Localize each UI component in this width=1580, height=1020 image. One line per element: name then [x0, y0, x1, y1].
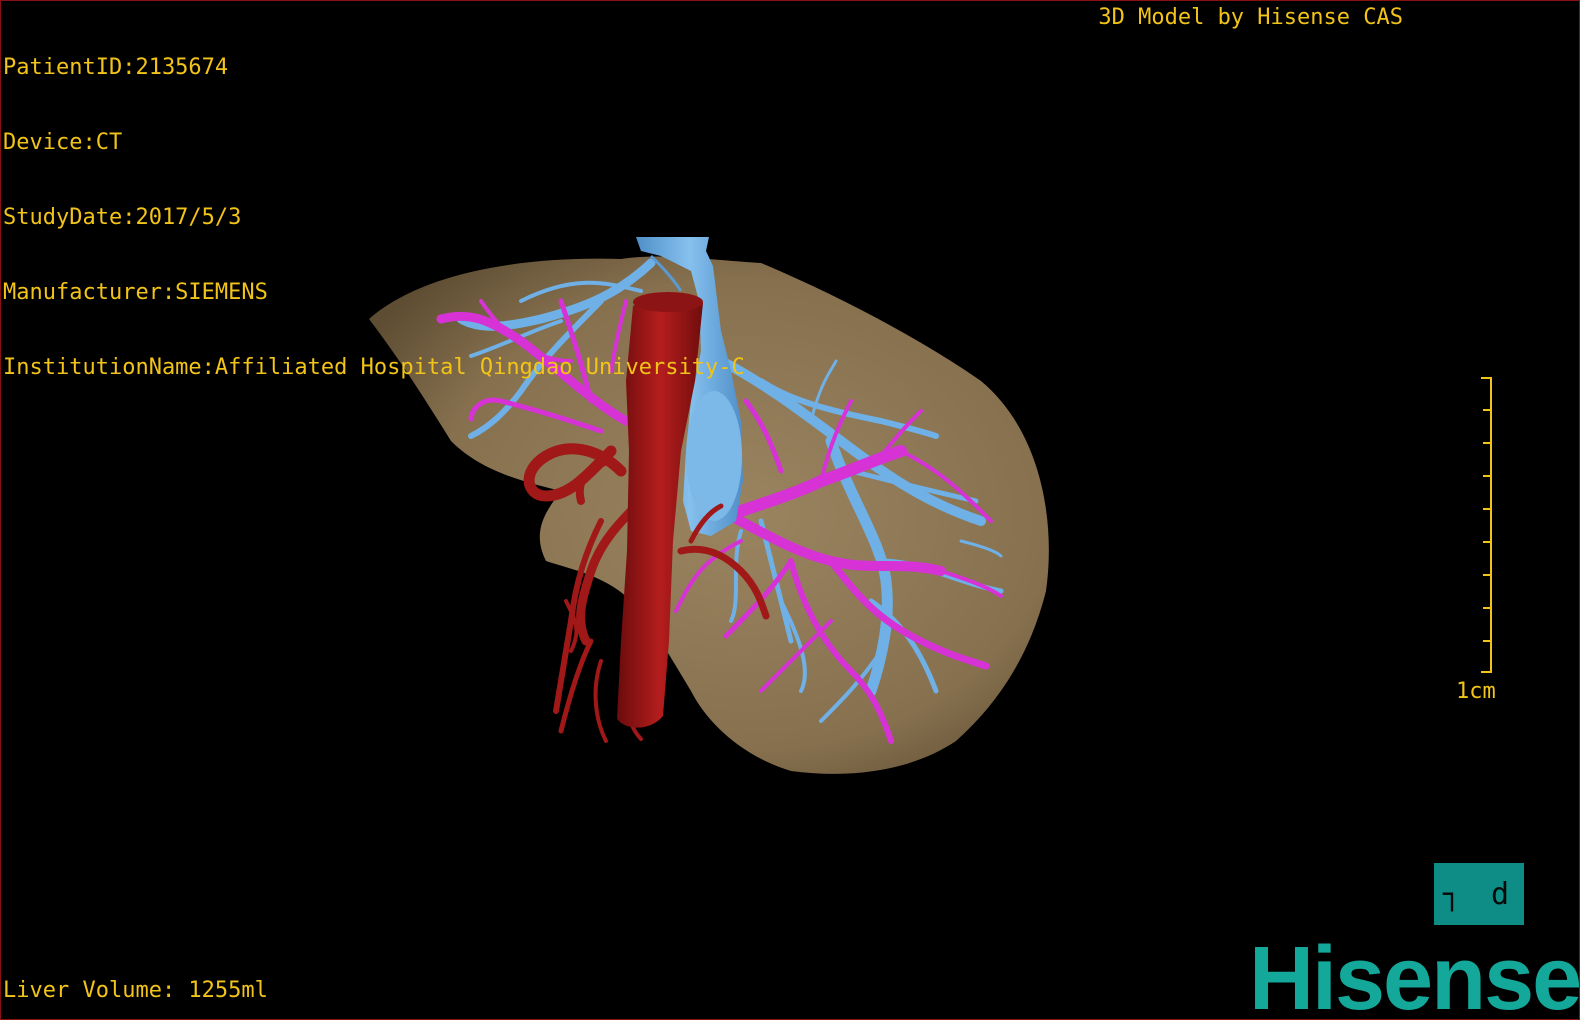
- liver-volume-text: Liver Volume: 1255ml: [3, 978, 268, 1003]
- model-credit-text: 3D Model by Hisense CAS: [1098, 5, 1403, 30]
- hisense-logo: Hisense: [1249, 929, 1580, 1020]
- orientation-cube-button[interactable]: ┐ d: [1434, 863, 1524, 925]
- scale-label: 1cm: [1456, 679, 1496, 704]
- scale-bar: [1481, 377, 1492, 673]
- orientation-cube-label: ┐ d: [1442, 876, 1516, 912]
- device-text: Device:CT: [3, 130, 123, 155]
- institution-text: InstitutionName:Affiliated Hospital Qing…: [3, 355, 745, 380]
- 3d-viewport[interactable]: PatientID:2135674 Device:CT StudyDate:20…: [0, 0, 1580, 1020]
- patient-id-text: PatientID:2135674: [3, 55, 229, 80]
- study-date-text: StudyDate:2017/5/3: [3, 205, 242, 230]
- dicom-info-overlay: PatientID:2135674 Device:CT StudyDate:20…: [3, 5, 745, 430]
- manufacturer-text: Manufacturer:SIEMENS: [3, 280, 268, 305]
